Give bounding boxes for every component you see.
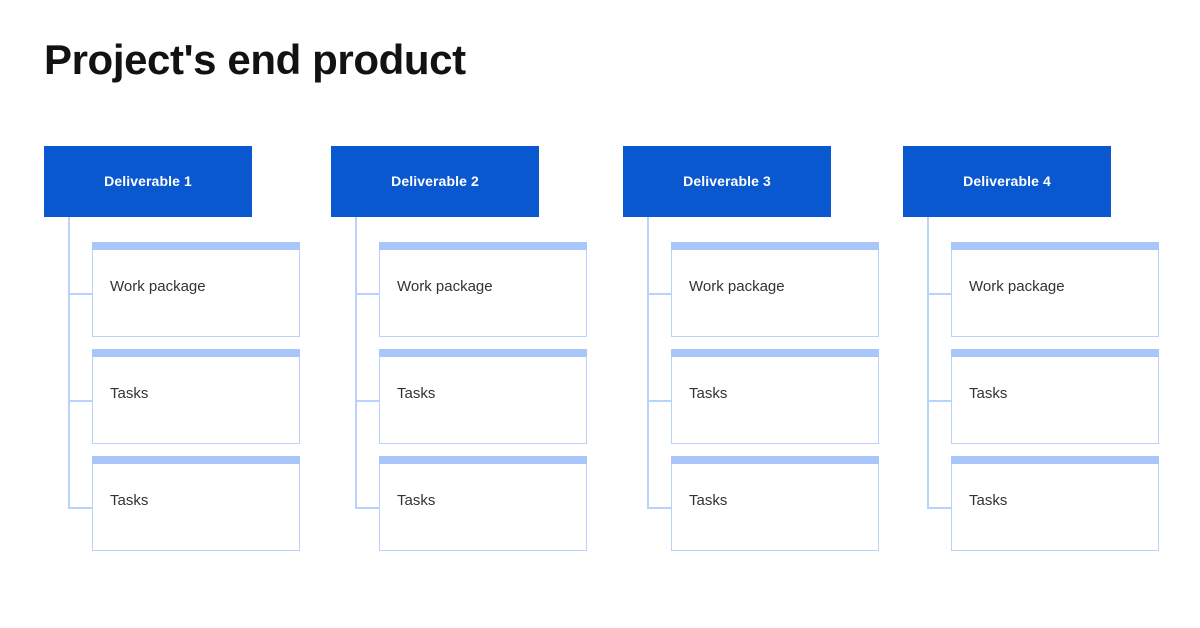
- cards-area: Work package Tasks Tasks: [92, 242, 300, 551]
- deliverable-header-4[interactable]: Deliverable 4: [903, 146, 1111, 217]
- connector-branch-1: [647, 292, 671, 295]
- wbs-card[interactable]: Tasks: [92, 349, 300, 444]
- wbs-column-4: Deliverable 4 Work package Tasks Tasks: [903, 146, 1159, 551]
- cards-area: Work package Tasks Tasks: [671, 242, 879, 551]
- cards-area: Work package Tasks Tasks: [951, 242, 1159, 551]
- connector-branch-3: [68, 506, 92, 509]
- wbs-card-topbar: [671, 456, 879, 464]
- connector-branch-2: [647, 399, 671, 402]
- wbs-card-topbar: [379, 456, 587, 464]
- wbs-column-3: Deliverable 3 Work package Tasks Tasks: [623, 146, 879, 551]
- wbs-card-label: Tasks: [110, 492, 149, 509]
- wbs-card-topbar: [951, 242, 1159, 250]
- wbs-card[interactable]: Work package: [671, 242, 879, 337]
- wbs-card-label: Tasks: [689, 385, 728, 402]
- connector-branch-3: [355, 506, 379, 509]
- wbs-card-label: Tasks: [969, 385, 1008, 402]
- wbs-card-label: Tasks: [397, 385, 436, 402]
- wbs-card-topbar: [92, 349, 300, 357]
- connector-trunk: [68, 217, 70, 508]
- wbs-card-label: Tasks: [969, 492, 1008, 509]
- deliverable-header-1[interactable]: Deliverable 1: [44, 146, 252, 217]
- wbs-card-label: Work package: [969, 278, 1065, 295]
- wbs-card-label: Tasks: [397, 492, 436, 509]
- page-title: Project's end product: [44, 36, 466, 83]
- wbs-card[interactable]: Tasks: [92, 456, 300, 551]
- wbs-card[interactable]: Tasks: [671, 349, 879, 444]
- wbs-card-label: Work package: [689, 278, 785, 295]
- wbs-column-1: Deliverable 1 Work package Tasks Tasks: [44, 146, 300, 551]
- wbs-card[interactable]: Work package: [951, 242, 1159, 337]
- connector-branch-2: [355, 399, 379, 402]
- wbs-card-topbar: [379, 349, 587, 357]
- connector-trunk: [355, 217, 357, 508]
- slide-canvas: Project's end product Deliverable 1 Work …: [0, 0, 1200, 628]
- connector-branch-2: [927, 399, 951, 402]
- wbs-card[interactable]: Tasks: [379, 456, 587, 551]
- wbs-card-topbar: [671, 349, 879, 357]
- deliverable-header-label: Deliverable 2: [391, 173, 479, 190]
- wbs-card[interactable]: Tasks: [951, 349, 1159, 444]
- wbs-column-2: Deliverable 2 Work package Tasks Tasks: [331, 146, 587, 551]
- wbs-card-label: Tasks: [689, 492, 728, 509]
- wbs-card-label: Work package: [110, 278, 206, 295]
- wbs-card[interactable]: Tasks: [671, 456, 879, 551]
- connector-branch-1: [355, 292, 379, 295]
- wbs-card-topbar: [671, 242, 879, 250]
- wbs-card-topbar: [951, 456, 1159, 464]
- wbs-card-topbar: [92, 242, 300, 250]
- deliverable-header-2[interactable]: Deliverable 2: [331, 146, 539, 217]
- wbs-card-topbar: [951, 349, 1159, 357]
- deliverable-header-label: Deliverable 1: [104, 173, 192, 190]
- connector-branch-2: [68, 399, 92, 402]
- connector-branch-3: [647, 506, 671, 509]
- connector-branch-1: [927, 292, 951, 295]
- wbs-card-topbar: [92, 456, 300, 464]
- deliverable-header-3[interactable]: Deliverable 3: [623, 146, 831, 217]
- wbs-card-label: Tasks: [110, 385, 149, 402]
- wbs-card-topbar: [379, 242, 587, 250]
- wbs-card[interactable]: Tasks: [379, 349, 587, 444]
- deliverable-header-label: Deliverable 3: [683, 173, 771, 190]
- connector-trunk: [927, 217, 929, 508]
- wbs-card[interactable]: Work package: [92, 242, 300, 337]
- deliverable-header-label: Deliverable 4: [963, 173, 1051, 190]
- connector-branch-3: [927, 506, 951, 509]
- wbs-card[interactable]: Tasks: [951, 456, 1159, 551]
- wbs-card[interactable]: Work package: [379, 242, 587, 337]
- connector-branch-1: [68, 292, 92, 295]
- cards-area: Work package Tasks Tasks: [379, 242, 587, 551]
- wbs-card-label: Work package: [397, 278, 493, 295]
- connector-trunk: [647, 217, 649, 508]
